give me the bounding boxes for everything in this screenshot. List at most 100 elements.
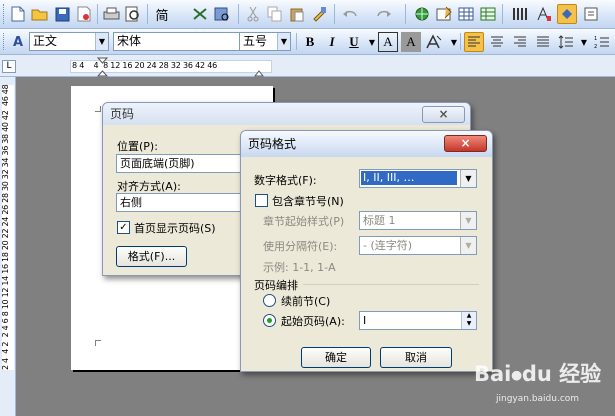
chapter-style-select[interactable]: 标题 1 ▼: [359, 211, 477, 230]
svg-text:1: 1: [594, 36, 597, 42]
chevron-down-icon[interactable]: ▼: [444, 32, 464, 52]
toolbar-grip[interactable]: [3, 33, 6, 50]
horizontal-ruler: L 8 4 4 8 12 16 20 24 28 32 36 42 46: [0, 55, 615, 77]
example-label: 示例: 1-1, 1-A: [263, 261, 336, 274]
insert-table-icon[interactable]: [456, 4, 476, 24]
ok-button-label: 确定: [325, 351, 347, 364]
cancel-button[interactable]: 取消: [380, 347, 452, 368]
include-chapter-label: 包含章节号(N): [272, 195, 344, 208]
separator-value: - (连字符): [363, 239, 413, 252]
number-format-label: 数字格式(F):: [254, 174, 317, 187]
size-combo[interactable]: 五号 ▼: [239, 32, 291, 51]
separator-select[interactable]: - (连字符) ▼: [359, 236, 477, 255]
hyperlink-icon[interactable]: [412, 4, 432, 24]
italic-button[interactable]: I: [322, 32, 342, 52]
first-page-checkbox[interactable]: ✓: [117, 221, 130, 234]
char-shading-button[interactable]: A: [401, 32, 421, 52]
include-chapter-checkbox[interactable]: [255, 194, 268, 207]
formatting-toolbar: A 正文 ▼ 宋体 ▼ 五号 ▼ B I U ▼ A A ▼ ▼ 12: [0, 29, 615, 55]
line-spacing-icon[interactable]: [556, 32, 576, 52]
char-shading-label: A: [406, 34, 416, 49]
alignment-select[interactable]: 右侧: [116, 193, 244, 212]
close-icon: ×: [460, 136, 471, 150]
underline-label: U: [349, 34, 359, 49]
highlight-icon[interactable]: [424, 32, 444, 52]
chevron-down-icon[interactable]: ▼: [95, 33, 108, 50]
style-combo[interactable]: 正文 ▼: [29, 32, 109, 51]
close-button[interactable]: ×: [422, 106, 465, 123]
spelling-icon[interactable]: 简: [152, 4, 172, 24]
align-center-icon[interactable]: [487, 32, 507, 52]
columns-icon[interactable]: [510, 4, 530, 24]
tables-borders-icon[interactable]: [434, 4, 454, 24]
underline-button[interactable]: U: [344, 32, 364, 52]
crop-mark: [95, 340, 101, 346]
format-button-label: 格式(F)...: [127, 250, 176, 263]
paste-icon[interactable]: [287, 4, 307, 24]
number-format-value: I, II, III, …: [361, 171, 457, 185]
cut-icon[interactable]: [243, 4, 263, 24]
first-page-label: 首页显示页码(S): [134, 222, 216, 235]
position-label: 位置(P):: [117, 140, 158, 153]
redo-icon[interactable]: [374, 4, 394, 24]
bold-button[interactable]: B: [300, 32, 320, 52]
position-select[interactable]: 页面底端(页脚): [116, 154, 244, 173]
standard-toolbar: 简: [0, 0, 615, 29]
start-at-input[interactable]: I ▲ ▼: [359, 311, 477, 330]
dialog-titlebar[interactable]: 页码格式 ×: [241, 131, 492, 157]
chevron-down-icon[interactable]: ▼: [460, 237, 476, 254]
font-glyph: 简: [155, 8, 169, 24]
right-indent-marker-icon[interactable]: [254, 65, 264, 77]
chevron-down-icon[interactable]: ▼: [574, 32, 594, 52]
format-painter-icon[interactable]: [309, 4, 329, 24]
chevron-down-icon[interactable]: ▼: [460, 170, 476, 187]
align-right-icon[interactable]: [510, 32, 530, 52]
insert-excel-icon[interactable]: [478, 4, 498, 24]
print-preview-icon[interactable]: [123, 4, 143, 24]
position-value: 页面底端(页脚): [120, 157, 195, 170]
permission-icon[interactable]: [74, 4, 94, 24]
save-icon[interactable]: [52, 4, 72, 24]
watermark-url: jingyan.baidu.com: [496, 394, 580, 404]
show-hide-icon[interactable]: [582, 4, 602, 24]
open-icon[interactable]: [30, 4, 50, 24]
number-format-select[interactable]: I, II, III, … ▼: [359, 169, 477, 188]
page-format-dialog: 页码格式 × 数字格式(F): I, II, III, … ▼ 包含章节号(N)…: [240, 130, 493, 372]
print-icon[interactable]: [101, 4, 121, 24]
size-value: 五号: [243, 34, 268, 48]
start-at-radio[interactable]: [263, 314, 276, 327]
drawing-icon[interactable]: [534, 4, 554, 24]
vertical-ruler: 2 4 4 2 2 4 6 8 10 12 14 16 18 20 22 24 …: [0, 77, 16, 416]
spinner[interactable]: ▲ ▼: [461, 312, 476, 329]
font-value: 宋体: [117, 34, 142, 48]
research-icon[interactable]: [190, 4, 210, 24]
dialog-titlebar[interactable]: 页码 ×: [103, 103, 470, 125]
styles-icon[interactable]: A: [8, 32, 28, 52]
align-left-icon[interactable]: [464, 32, 484, 52]
tab-selector[interactable]: L: [2, 60, 16, 73]
chevron-down-icon[interactable]: ▼: [460, 212, 476, 229]
undo-icon[interactable]: [340, 4, 360, 24]
justify-icon[interactable]: [533, 32, 553, 52]
close-button[interactable]: ×: [444, 135, 487, 152]
format-button[interactable]: 格式(F)...: [116, 246, 187, 267]
chevron-down-icon[interactable]: ▼: [277, 33, 290, 50]
research-book-icon[interactable]: [212, 4, 232, 24]
continue-radio[interactable]: [263, 294, 276, 307]
numbering-icon[interactable]: 12: [592, 32, 612, 52]
indent-marker-icon[interactable]: [97, 57, 109, 77]
char-border-button[interactable]: A: [378, 32, 398, 52]
docmap-icon[interactable]: [557, 4, 577, 24]
styles-glyph: A: [12, 34, 24, 50]
separator-label: 使用分隔符(E):: [263, 240, 338, 253]
chapter-style-label: 章节起始样式(P): [263, 215, 345, 228]
baidu-logo: Bai⦁du 经验: [474, 362, 602, 386]
close-icon: ×: [438, 107, 449, 121]
toolbar-grip[interactable]: [3, 4, 6, 24]
ok-button[interactable]: 确定: [301, 347, 371, 368]
chapter-style-value: 标题 1: [363, 214, 396, 227]
continue-label: 续前节(C): [281, 295, 331, 308]
char-border-label: A: [383, 34, 393, 49]
copy-icon[interactable]: [265, 4, 285, 24]
new-doc-icon[interactable]: [8, 4, 28, 24]
